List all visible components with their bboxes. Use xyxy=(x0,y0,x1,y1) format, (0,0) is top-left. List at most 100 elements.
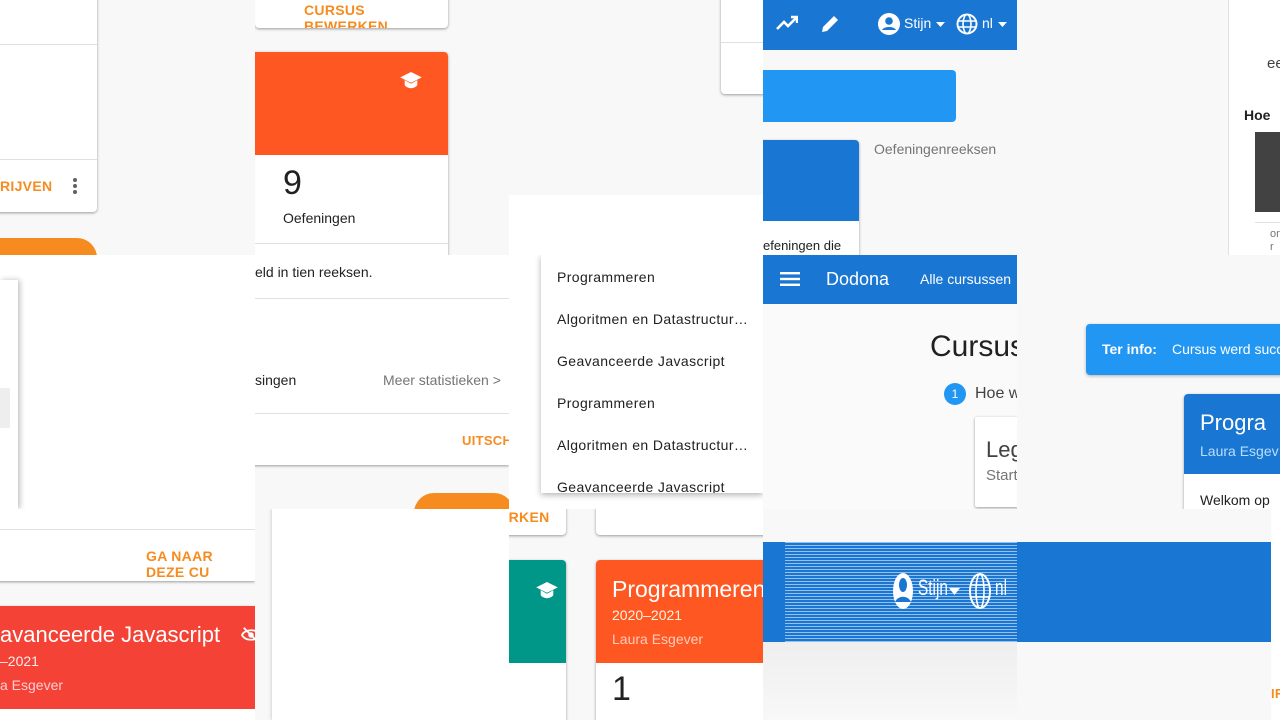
series-card: Leg Start xyxy=(975,417,1017,507)
divider xyxy=(0,44,97,45)
divider xyxy=(0,159,97,160)
tile-modal xyxy=(0,255,255,509)
course-title: Programmeren xyxy=(612,576,763,602)
step-number: 1 xyxy=(951,387,959,401)
go-to-course-button[interactable]: GA NAAR DEZE CU xyxy=(146,548,255,580)
action-fragment[interactable]: IR xyxy=(1271,686,1280,701)
fab-button[interactable] xyxy=(414,493,509,509)
alert-label: Ter info: xyxy=(1102,341,1157,357)
info-alert: Ter info: Cursus werd succe xyxy=(1086,324,1280,375)
brand-logo[interactable]: Dodona xyxy=(826,269,889,290)
course-stats-card: eld in tien reeksen. singen Meer statist… xyxy=(255,255,509,465)
exercise-count-label: Oefeningen xyxy=(283,210,356,226)
blank-panel xyxy=(509,195,763,255)
user-menu[interactable]: Stijn xyxy=(918,575,948,601)
tile-javascript-course: GA NAAR DEZE CU avanceerde Javascript –2… xyxy=(0,509,255,720)
divider xyxy=(255,413,509,414)
tile-dodona-home: Dodona Alle cursussen Cursus 1 Hoe w Leg… xyxy=(763,255,1017,509)
stats-label: singen xyxy=(255,372,297,388)
course-title: Progra xyxy=(1200,410,1267,435)
tile-course-overview: RIJVEN xyxy=(0,0,255,255)
visibility-off-icon[interactable] xyxy=(241,626,255,644)
graduation-cap-icon xyxy=(536,582,558,600)
register-button[interactable]: RIJVEN xyxy=(0,178,52,194)
chevron-down-icon xyxy=(949,588,960,595)
course-year: –2021 xyxy=(0,653,39,669)
course-teacher: Laura Esgever xyxy=(612,631,704,647)
blank-panel xyxy=(272,509,509,720)
tile-right-fragment: ee Hoe om r xyxy=(1017,0,1280,255)
language-menu[interactable]: nl xyxy=(995,575,1007,601)
tile-course-stats: eld in tien reeksen. singen Meer statist… xyxy=(255,255,509,509)
side-text: om r xyxy=(1270,228,1280,253)
tile-course-card-orange: CURSUS BEWERKEN 9 Oefeningen xyxy=(255,0,509,255)
course-teacher: a Esgever xyxy=(0,677,64,693)
course-title: avanceerde Javascript xyxy=(0,622,221,647)
divider xyxy=(255,243,448,244)
menu-item-course[interactable]: Geavanceerde Javascript xyxy=(557,353,725,369)
fab-button[interactable] xyxy=(0,238,97,255)
info-banner xyxy=(763,70,956,122)
menu-item-course[interactable]: Algoritmen en Datastructur… xyxy=(557,311,748,327)
course-teacher: Laura Esgev xyxy=(1200,443,1279,459)
series-card-text: efeningen die xyxy=(763,238,842,253)
account-circle-icon[interactable] xyxy=(878,13,900,35)
tile-course-cards: ERKEN Programmeren 2020–2021 Laura Esgev… xyxy=(509,509,763,720)
text-fragment: ee xyxy=(1267,55,1280,72)
language-menu[interactable]: nl xyxy=(982,15,993,31)
blank-card xyxy=(596,509,763,535)
course-card-header xyxy=(509,560,566,663)
pencil-icon[interactable] xyxy=(820,14,840,34)
account-circle-icon[interactable] xyxy=(892,572,914,610)
course-card-header xyxy=(255,52,448,155)
user-menu[interactable]: Stijn xyxy=(904,15,931,31)
tile-blank xyxy=(509,0,763,255)
course-description: Welkom op xyxy=(1200,492,1270,508)
course-card-programming: Programmeren 2020–2021 Laura Esgever 1 xyxy=(596,560,763,720)
chevron-down-icon xyxy=(998,22,1007,27)
edit-button[interactable]: ERKEN xyxy=(509,509,550,525)
tile-course-created: Ter info: Cursus werd succe Progra Laura… xyxy=(1017,255,1280,509)
step-badge: 1 xyxy=(944,383,966,405)
tile-zoomed-navbar: Stijn nl xyxy=(763,509,1017,720)
course-description: eld in tien reeksen. xyxy=(255,264,373,280)
top-navbar xyxy=(1017,542,1280,642)
globe-icon[interactable] xyxy=(956,13,978,35)
tile-blank-2 xyxy=(255,509,509,720)
course-card: avanceerde Javascript –2021 a Esgever xyxy=(0,606,255,720)
content-panel xyxy=(1228,0,1280,255)
divider xyxy=(0,529,255,530)
trending-up-icon[interactable] xyxy=(776,15,798,31)
more-vert-icon[interactable] xyxy=(73,178,77,194)
menu-item-course[interactable]: Geavanceerde Javascript xyxy=(557,479,725,493)
more-statistics-link[interactable]: Meer statistieken > xyxy=(383,372,501,388)
blank-card xyxy=(721,0,763,94)
menu-item-course[interactable]: Algoritmen en Datastructur… xyxy=(557,437,748,453)
chevron-down-icon xyxy=(936,22,945,27)
section-title: Oefeningenreeksen xyxy=(874,141,997,157)
page-title: Cursus xyxy=(930,330,1017,363)
series-card: efeningen die xyxy=(763,140,859,255)
course-card: Progra Laura Esgev Welkom op xyxy=(1184,394,1280,509)
graduation-cap-icon xyxy=(400,72,422,90)
course-link-card: GA NAAR DEZE CU xyxy=(0,509,255,581)
course-card-left: RIJVEN xyxy=(0,0,97,212)
divider xyxy=(1255,222,1280,223)
fade-overlay xyxy=(763,642,1017,720)
series-card-header xyxy=(763,140,859,221)
video-thumbnail xyxy=(1255,132,1280,212)
edit-course-card: CURSUS BEWERKEN xyxy=(255,0,448,28)
menu-item-course[interactable]: Programmeren xyxy=(557,269,655,285)
nav-all-courses[interactable]: Alle cursussen xyxy=(920,271,1011,287)
unsubscribe-button[interactable]: UITSCH xyxy=(462,433,509,448)
tile-course-navbar: Stijn nl efeningen die Oefeningenreeksen xyxy=(763,0,1017,255)
alert-message: Cursus werd succe xyxy=(1172,341,1280,357)
modal-list-item[interactable] xyxy=(0,388,10,428)
edit-course-button[interactable]: CURSUS BEWERKEN xyxy=(304,2,448,28)
globe-icon[interactable] xyxy=(969,572,991,610)
course-year: 2020–2021 xyxy=(612,607,683,623)
divider xyxy=(255,298,509,299)
menu-icon[interactable] xyxy=(780,272,800,286)
menu-item-course[interactable]: Programmeren xyxy=(557,395,655,411)
exercise-count: 1 xyxy=(612,670,631,708)
